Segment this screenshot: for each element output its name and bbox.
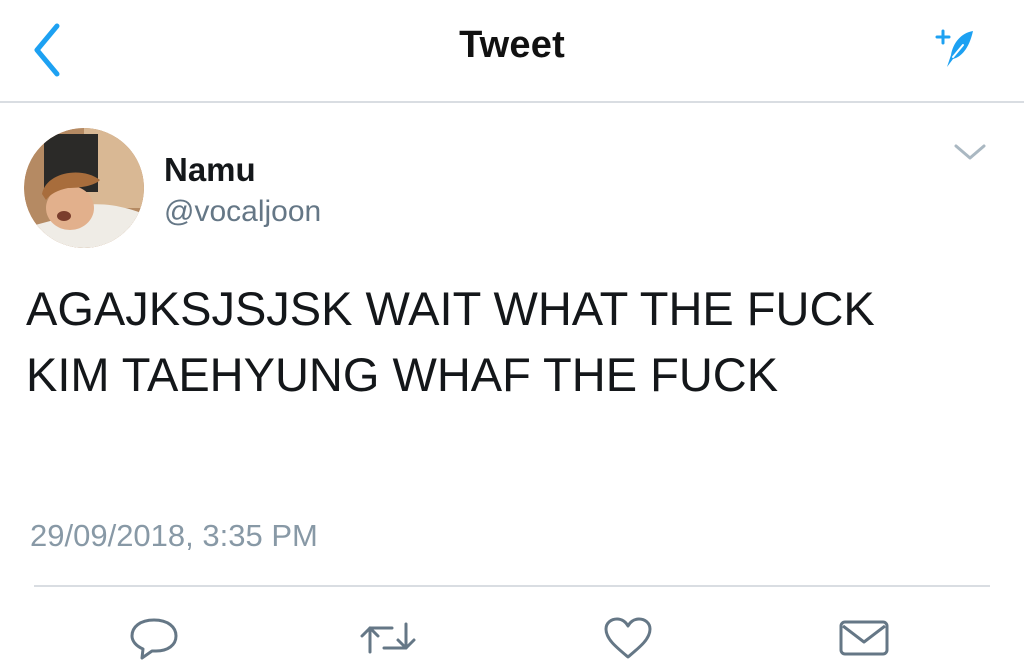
- reply-button[interactable]: [124, 608, 184, 668]
- page-title: Tweet: [459, 24, 565, 66]
- divider: [34, 585, 990, 587]
- nav-header: Tweet: [0, 0, 1024, 103]
- retweet-button[interactable]: [358, 608, 418, 668]
- envelope-icon: [839, 620, 889, 656]
- speech-bubble-icon: [130, 618, 178, 660]
- author-display-name[interactable]: Namu: [164, 151, 256, 189]
- avatar-photo: [24, 128, 144, 248]
- compose-tweet-button[interactable]: [928, 20, 984, 76]
- chevron-down-icon: [954, 144, 986, 160]
- heart-icon: [604, 617, 652, 659]
- tweet-options-button[interactable]: [948, 136, 992, 168]
- like-button[interactable]: [598, 608, 658, 668]
- avatar[interactable]: [24, 128, 144, 248]
- tweet-timestamp: 29/09/2018, 3:35 PM: [30, 518, 318, 553]
- tweet-text: AGAJKSJSJSK WAIT WHAT THE FUCK KIM TAEHY…: [26, 282, 875, 401]
- feather-sparkle-icon: [935, 29, 973, 67]
- author-handle[interactable]: @vocaljoon: [164, 195, 321, 229]
- tweet-detail-screen: Tweet Namu @vocaljoon AGAJKSJSJSK WAIT W…: [0, 0, 1024, 672]
- direct-message-button[interactable]: [834, 608, 894, 668]
- retweet-icon: [360, 622, 416, 654]
